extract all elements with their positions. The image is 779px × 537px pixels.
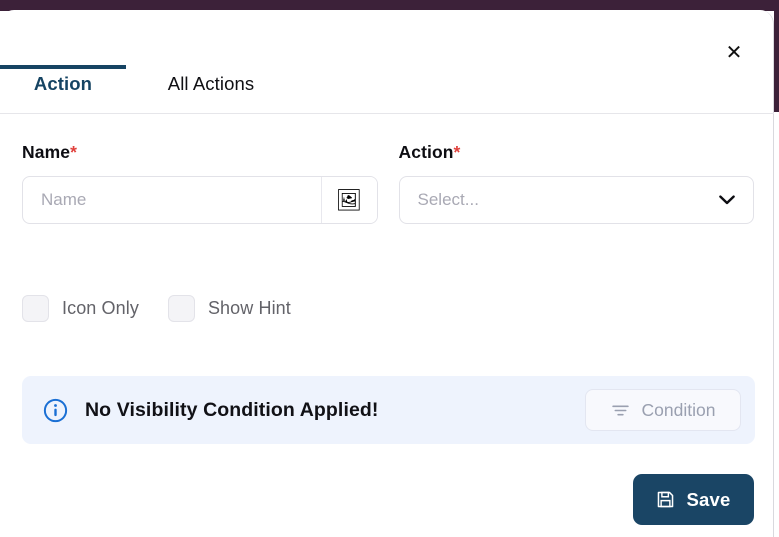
action-select[interactable]: Select... [398, 176, 754, 224]
action-required-marker: * [453, 142, 461, 162]
info-circle-icon [43, 398, 68, 422]
banner-message: No Visibility Condition Applied! [85, 398, 379, 421]
page-backdrop-right [774, 0, 779, 112]
checkbox-show-hint[interactable]: Show Hint [167, 295, 291, 322]
name-field-group: Name* 🖼 [22, 142, 378, 224]
name-label-text: Name [22, 142, 71, 162]
tab-all-actions[interactable]: All Actions [126, 55, 296, 113]
action-label: Action* [399, 142, 755, 163]
condition-button[interactable]: Condition [585, 389, 741, 431]
save-button[interactable]: Save [633, 474, 754, 525]
dialog-tabs: Action All Actions [0, 55, 774, 114]
filter-icon [611, 405, 629, 415]
image-icon: 🖼 [335, 188, 363, 212]
visibility-condition-banner: No Visibility Condition Applied! Conditi… [22, 376, 755, 444]
checkbox-icon-only-label: Icon Only [62, 298, 139, 318]
action-label-text: Action [398, 142, 454, 162]
checkbox-show-hint-label: Show Hint [207, 298, 291, 318]
checkbox-icon-only-box[interactable] [22, 295, 49, 322]
action-select-value: Select... [417, 190, 479, 209]
active-tab-indicator [0, 65, 126, 69]
name-input[interactable] [23, 177, 321, 223]
name-label: Name* [22, 142, 378, 163]
tab-action[interactable]: Action [0, 55, 126, 113]
floppy-disk-save-icon [658, 491, 674, 508]
modal-screen: ✕ Action All Actions Name* 🖼 [0, 0, 779, 537]
action-dialog-card: ✕ Action All Actions Name* 🖼 [0, 10, 774, 537]
chevron-down-icon [719, 195, 735, 205]
name-required-marker: * [70, 142, 77, 162]
checkbox-icon-only[interactable]: Icon Only [22, 295, 139, 322]
condition-button-label: Condition [641, 399, 716, 420]
action-field-group: Action* Select... [398, 142, 755, 224]
name-input-shell: 🖼 [22, 176, 378, 224]
image-picker-button[interactable]: 🖼 [320, 177, 377, 223]
form-row: Name* 🖼 Action* Select... [22, 142, 754, 224]
checkbox-show-hint-box[interactable] [167, 295, 195, 322]
save-button-label: Save [686, 488, 731, 510]
checkbox-group: Icon Only Show Hint [22, 295, 291, 322]
